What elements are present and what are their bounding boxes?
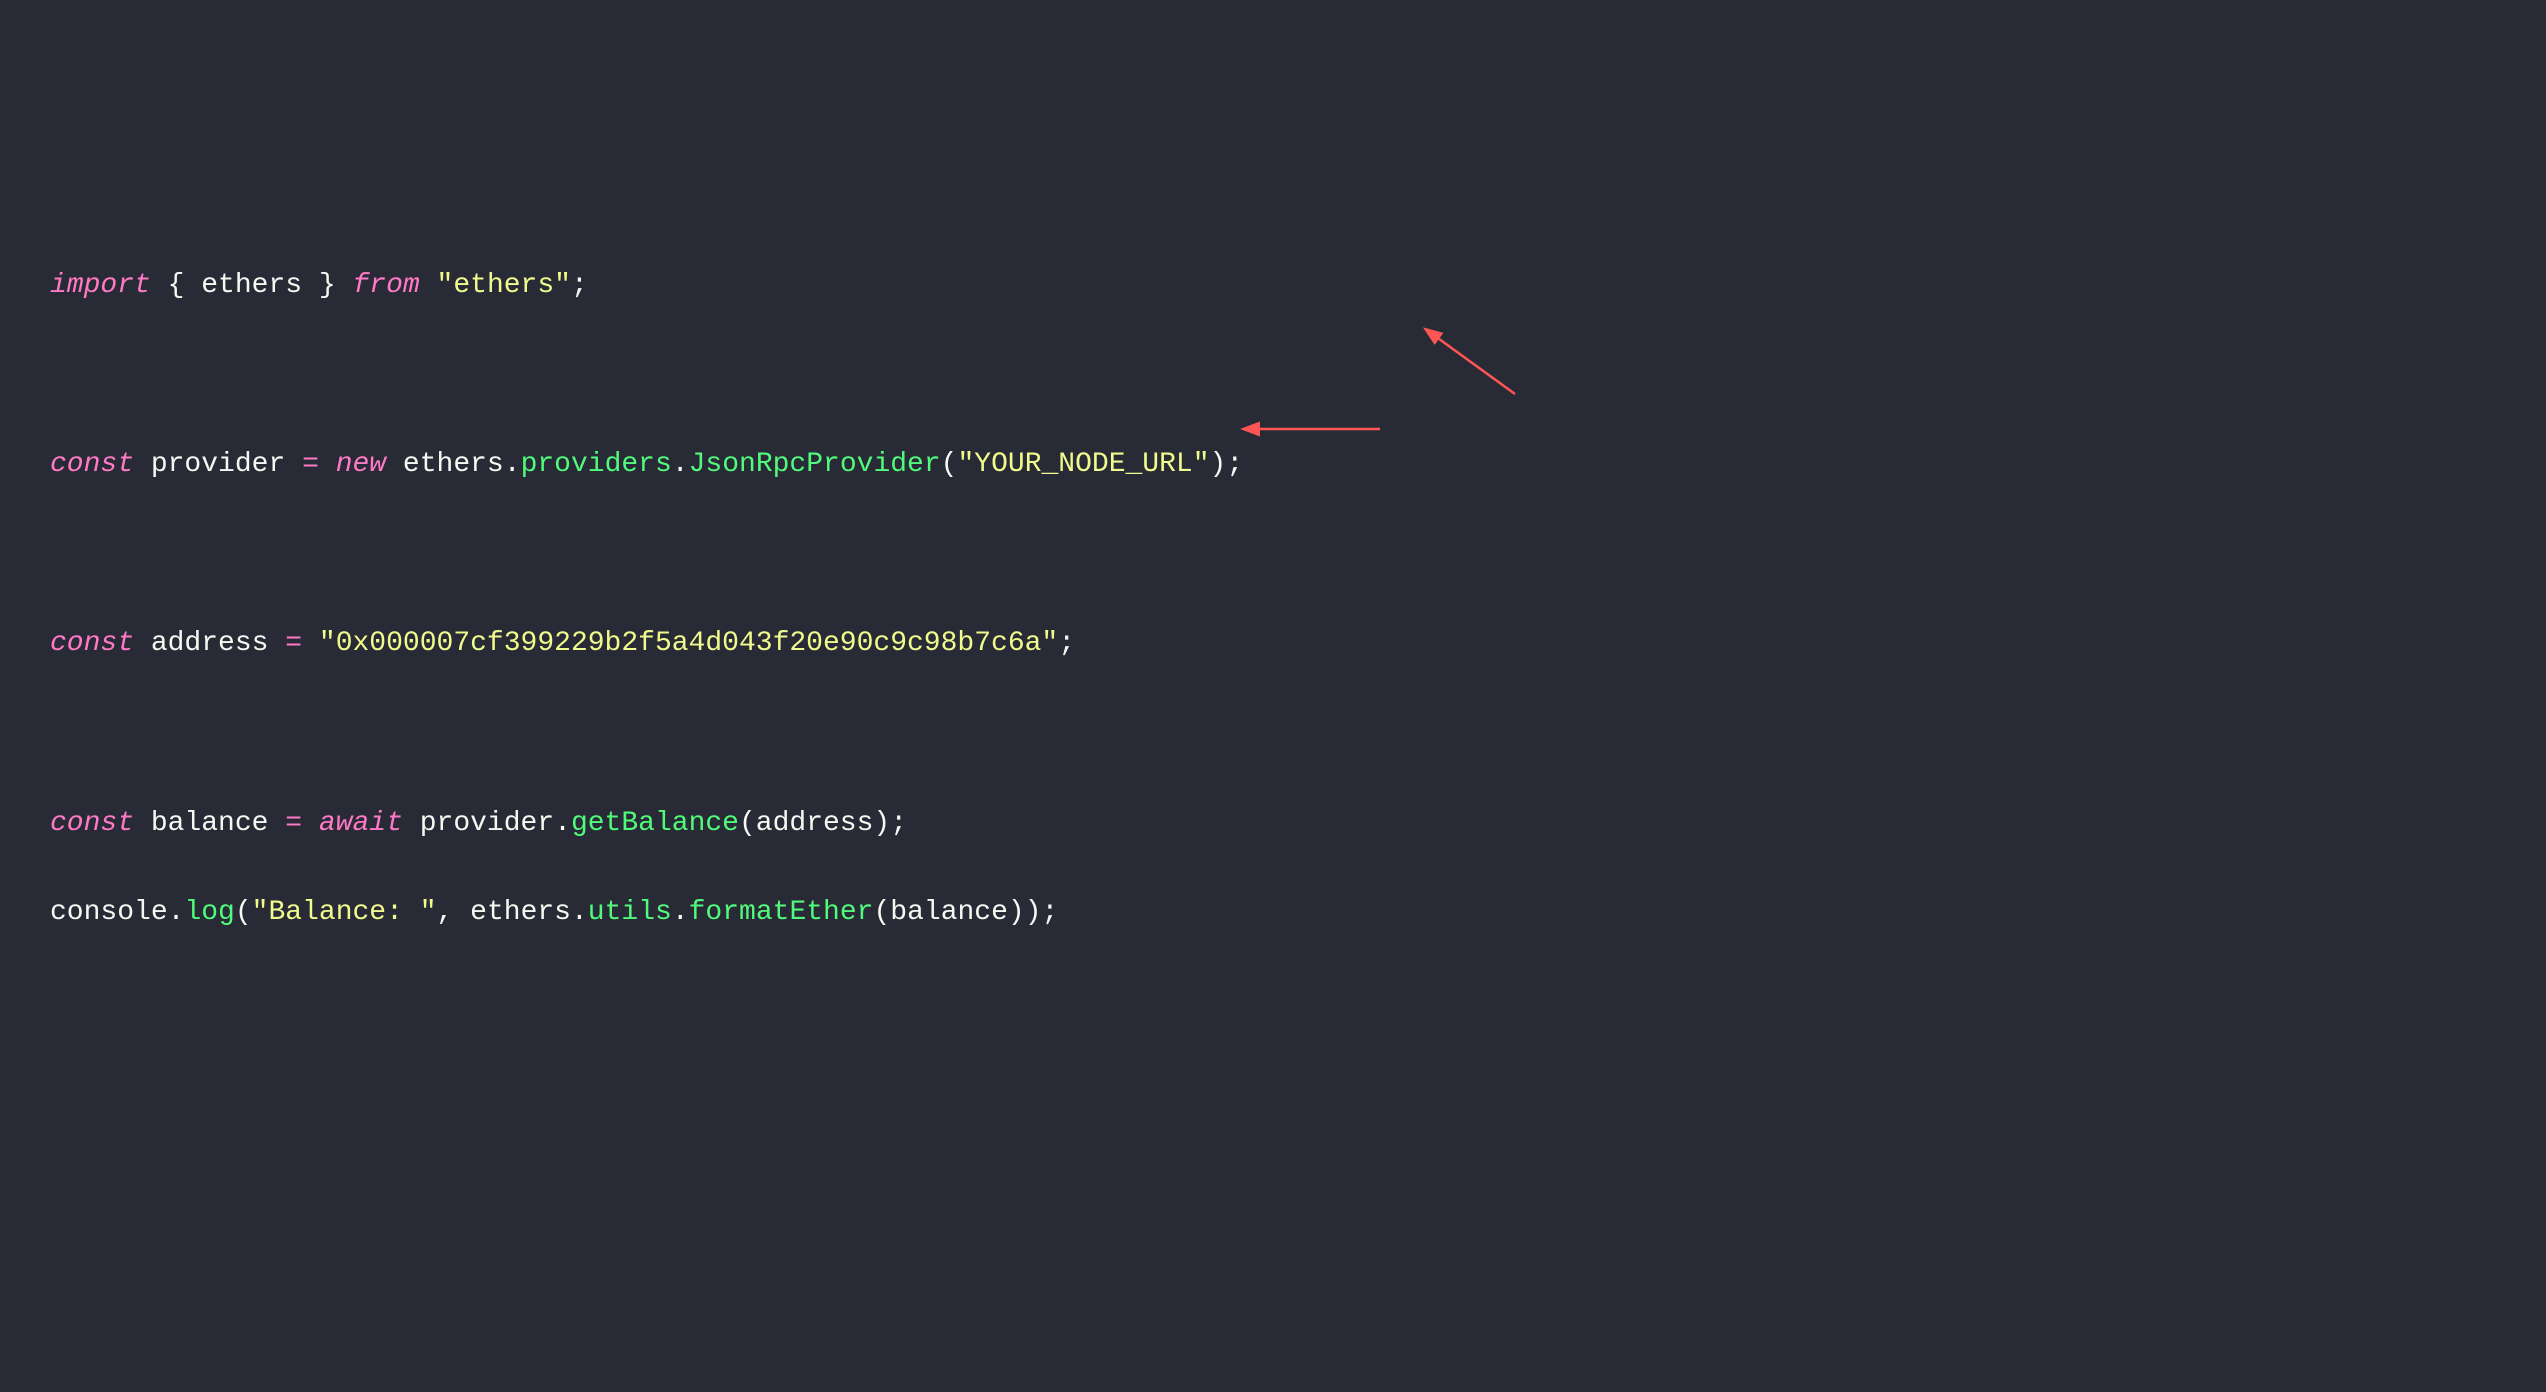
paren-open: ( — [235, 897, 252, 928]
identifier-ethers: ethers — [201, 270, 302, 301]
code-line-5: const address = "0x000007cf399229b2f5a4d… — [50, 622, 2496, 667]
paren-open: ( — [941, 449, 958, 480]
argument-balance: balance — [890, 897, 1008, 928]
annotation-arrow-address — [1240, 414, 1390, 444]
keyword-new: new — [336, 449, 386, 480]
string-balance-label: Balance: — [268, 897, 419, 928]
identifier-console: console — [50, 897, 168, 928]
code-line-6-blank — [50, 712, 2496, 757]
space — [268, 628, 285, 659]
code-line-7: const balance = await provider.getBalanc… — [50, 802, 2496, 847]
code-block: import { ethers } from "ethers"; const p… — [50, 219, 2496, 1205]
identifier-balance: balance — [151, 808, 269, 839]
string-quote: " — [420, 897, 437, 928]
code-line-1: import { ethers } from "ethers"; — [50, 264, 2496, 309]
semicolon: ; — [890, 808, 907, 839]
space — [302, 808, 319, 839]
string-quote: " — [437, 270, 454, 301]
code-line-8: console.log("Balance: ", ethers.utils.fo… — [50, 891, 2496, 936]
brace-open: { — [151, 270, 201, 301]
space — [403, 808, 420, 839]
string-quote: " — [957, 449, 974, 480]
dot: . — [571, 897, 588, 928]
dot: . — [168, 897, 185, 928]
semicolon: ; — [1058, 628, 1075, 659]
method-getbalance: getBalance — [571, 808, 739, 839]
string-quote: " — [319, 628, 336, 659]
code-line-3: const provider = new ethers.providers.Js… — [50, 443, 2496, 488]
keyword-from: from — [353, 270, 420, 301]
identifier-provider: provider — [420, 808, 554, 839]
identifier-address: address — [151, 628, 269, 659]
space — [453, 897, 470, 928]
space — [302, 628, 319, 659]
keyword-import: import — [50, 270, 151, 301]
argument-address: address — [756, 808, 874, 839]
paren-close: ) — [1025, 897, 1042, 928]
space — [134, 808, 151, 839]
paren-close: ) — [1008, 897, 1025, 928]
semicolon: ; — [1226, 449, 1243, 480]
identifier-ethers: ethers — [403, 449, 504, 480]
operator-eq: = — [302, 449, 319, 480]
space — [319, 449, 336, 480]
keyword-const: const — [50, 628, 134, 659]
keyword-await: await — [319, 808, 403, 839]
method-formatether: formatEther — [689, 897, 874, 928]
space — [134, 628, 151, 659]
string-quote: " — [1041, 628, 1058, 659]
paren-close: ) — [873, 808, 890, 839]
dot: . — [672, 449, 689, 480]
identifier-ethers: ethers — [470, 897, 571, 928]
identifier-provider: provider — [151, 449, 285, 480]
semicolon: ; — [571, 270, 588, 301]
string-quote: " — [252, 897, 269, 928]
keyword-const: const — [50, 449, 134, 480]
dot: . — [504, 449, 521, 480]
brace-close: } — [302, 270, 352, 301]
string-quote: " — [554, 270, 571, 301]
dot: . — [554, 808, 571, 839]
operator-eq: = — [285, 808, 302, 839]
method-log: log — [184, 897, 234, 928]
comma: , — [437, 897, 454, 928]
space — [386, 449, 403, 480]
class-jsonrpcprovider: JsonRpcProvider — [689, 449, 941, 480]
paren-open: ( — [873, 897, 890, 928]
string-module: ethers — [453, 270, 554, 301]
property-providers: providers — [521, 449, 672, 480]
semicolon: ; — [1042, 897, 1059, 928]
keyword-const: const — [50, 808, 134, 839]
string-node-url: YOUR_NODE_URL — [974, 449, 1192, 480]
code-line-4-blank — [50, 533, 2496, 578]
space — [285, 449, 302, 480]
string-address-value: 0x000007cf399229b2f5a4d043f20e90c9c98b7c… — [336, 628, 1042, 659]
property-utils: utils — [588, 897, 672, 928]
space — [268, 808, 285, 839]
paren-open: ( — [739, 808, 756, 839]
code-line-2-blank — [50, 354, 2496, 399]
space — [420, 270, 437, 301]
space — [134, 449, 151, 480]
string-quote: " — [1193, 449, 1210, 480]
operator-eq: = — [285, 628, 302, 659]
paren-close: ) — [1210, 449, 1227, 480]
dot: . — [672, 897, 689, 928]
